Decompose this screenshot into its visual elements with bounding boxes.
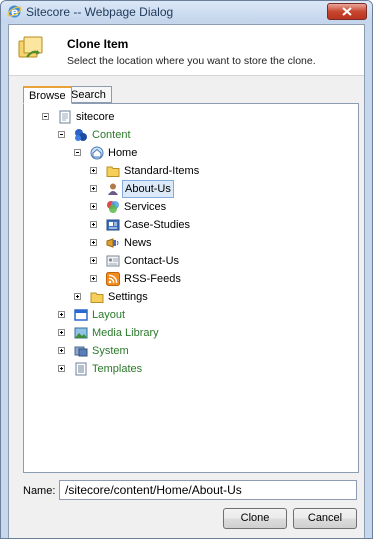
document-icon bbox=[59, 110, 71, 124]
content-tree: sitecore Content Home Standard-Items Abo… bbox=[23, 103, 359, 473]
dialog-header: Clone Item Select the location where you… bbox=[9, 25, 364, 75]
tree-label: Templates bbox=[92, 363, 143, 375]
close-icon bbox=[342, 7, 352, 16]
tree-label: Case-Studies bbox=[124, 219, 191, 231]
expand-toggle[interactable] bbox=[74, 293, 81, 300]
expand-toggle[interactable] bbox=[90, 239, 97, 246]
dialog-body: Clone Item Select the location where you… bbox=[8, 24, 365, 538]
expand-toggle[interactable] bbox=[90, 221, 97, 228]
tree-label: System bbox=[92, 345, 129, 357]
collapse-toggle[interactable] bbox=[74, 149, 81, 156]
tree-label: News bbox=[124, 237, 152, 249]
folder-icon bbox=[90, 292, 104, 303]
dialog-window: e Sitecore -- Webpage Dialog Clone Item … bbox=[0, 0, 373, 539]
close-button[interactable] bbox=[327, 3, 367, 20]
tree-label: Content bbox=[92, 129, 131, 141]
cancel-button[interactable]: Cancel bbox=[293, 508, 357, 529]
rss-icon bbox=[106, 272, 120, 286]
tree-label: Standard-Items bbox=[124, 165, 200, 177]
tree-label: Layout bbox=[92, 309, 126, 321]
person-icon bbox=[108, 183, 118, 195]
tree-label: About-Us bbox=[122, 180, 174, 198]
clone-button[interactable]: Clone bbox=[223, 508, 287, 529]
expand-toggle[interactable] bbox=[90, 257, 97, 264]
expand-toggle[interactable] bbox=[58, 365, 65, 372]
services-icon bbox=[107, 201, 119, 213]
collapse-toggle[interactable] bbox=[58, 131, 65, 138]
tree-label: sitecore bbox=[76, 111, 115, 123]
contact-card-icon bbox=[106, 255, 120, 267]
main-area: Browse Search sitecore Content Home Stan… bbox=[9, 75, 364, 538]
dialog-title: Clone Item bbox=[67, 37, 129, 51]
templates-icon bbox=[75, 362, 87, 376]
tree-label: Media Library bbox=[92, 327, 159, 339]
content-icon bbox=[75, 129, 87, 141]
collapse-toggle[interactable] bbox=[42, 113, 49, 120]
tree-label: Home bbox=[108, 147, 138, 159]
folder-icon bbox=[106, 166, 120, 177]
dialog-description: Select the location where you want to st… bbox=[67, 55, 316, 67]
tree-label: Contact-Us bbox=[124, 255, 180, 267]
window-title: Sitecore -- Webpage Dialog bbox=[26, 5, 174, 19]
title-bar[interactable]: e Sitecore -- Webpage Dialog bbox=[1, 1, 372, 23]
expand-toggle[interactable] bbox=[90, 203, 97, 210]
tree-label: Settings bbox=[108, 291, 148, 303]
expand-toggle[interactable] bbox=[90, 185, 97, 192]
home-icon bbox=[90, 146, 104, 160]
tab-search[interactable]: Search bbox=[65, 86, 112, 103]
tab-browse[interactable]: Browse bbox=[23, 86, 72, 104]
media-library-icon bbox=[74, 327, 88, 339]
expand-toggle[interactable] bbox=[58, 329, 65, 336]
expand-toggle[interactable] bbox=[58, 347, 65, 354]
clone-item-icon bbox=[18, 36, 43, 58]
internet-explorer-icon: e bbox=[7, 5, 22, 19]
news-icon bbox=[106, 238, 119, 248]
layout-icon bbox=[74, 309, 88, 321]
expand-toggle[interactable] bbox=[90, 275, 97, 282]
name-label: Name: bbox=[23, 485, 56, 497]
system-icon bbox=[74, 346, 88, 357]
tree-label: RSS-Feeds bbox=[124, 273, 181, 285]
case-studies-icon bbox=[106, 219, 120, 231]
name-row: Name: bbox=[23, 480, 359, 502]
expand-toggle[interactable] bbox=[58, 311, 65, 318]
tree-label: Services bbox=[124, 201, 167, 213]
name-input[interactable] bbox=[59, 480, 357, 500]
expand-toggle[interactable] bbox=[90, 167, 97, 174]
